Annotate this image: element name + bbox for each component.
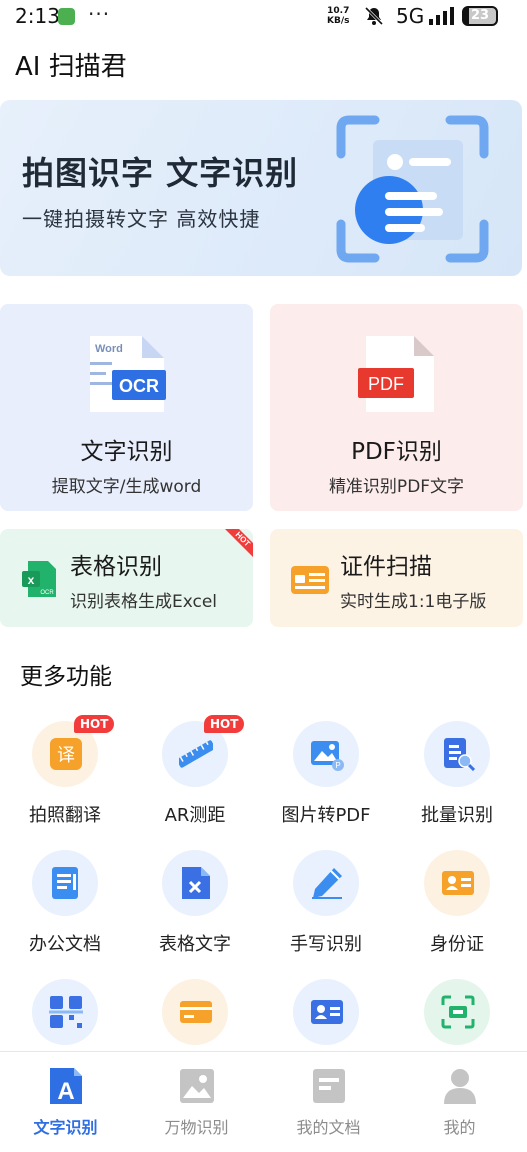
card-subtitle: 识别表格生成Excel xyxy=(70,592,218,612)
hot-badge: HOT xyxy=(204,715,245,733)
network-type: 5G xyxy=(396,4,425,28)
batch-scan-icon xyxy=(444,738,475,771)
promo-banner[interactable]: 拍图识字 文字识别 一键拍摄转文字 高效快捷 xyxy=(0,100,522,276)
card-title: PDF识别 xyxy=(351,439,442,465)
fn-label: 手写识别 xyxy=(290,934,362,955)
fn-batch-scan[interactable]: 批量识别 xyxy=(392,721,522,841)
app-title: AI 扫描君 xyxy=(15,52,127,82)
qr-code-icon xyxy=(49,996,83,1028)
network-speed-value: 10.7 xyxy=(327,6,350,16)
card-text-recognition[interactable]: Word OCR 文字识别 提取文字/生成word xyxy=(0,304,253,511)
tab-label: 万物识别 xyxy=(164,1118,229,1137)
fn-office-doc[interactable]: 办公文档 xyxy=(0,850,130,970)
excel-ocr-label: OCR xyxy=(40,590,54,596)
card-table-recognition[interactable]: x OCR 表格识别 识别表格生成Excel HOT xyxy=(0,529,253,627)
office-doc-icon xyxy=(52,867,78,899)
scan-document-illustration xyxy=(336,115,489,263)
ocr-document-icon: Word OCR xyxy=(90,336,166,412)
fn-photo-translate[interactable]: 译 HOT 拍照翻译 xyxy=(0,715,130,841)
card-pdf-recognition[interactable]: PDF PDF识别 精准识别PDF文字 xyxy=(270,304,523,511)
fn-label: 表格文字 xyxy=(159,934,231,955)
battery-level: 23 xyxy=(470,8,490,23)
fn-image-to-pdf[interactable]: P 图片转PDF xyxy=(261,721,391,841)
text-recognition-tab-glyph: A xyxy=(57,1078,74,1105)
scan-frame-icon xyxy=(441,995,475,1029)
fn-ar-distance[interactable]: HOT AR测距 xyxy=(130,715,260,841)
banner-title: 拍图识字 文字识别 xyxy=(22,154,299,192)
banner-subtitle: 一键拍摄转文字 高效快捷 xyxy=(22,207,261,231)
fn-handwriting[interactable]: 手写识别 xyxy=(261,850,391,970)
pdf-document-icon: PDF xyxy=(358,336,434,412)
card-title: 证件扫描 xyxy=(340,554,432,580)
fn-label: 批量识别 xyxy=(421,805,493,826)
tab-label: 我的 xyxy=(443,1118,476,1137)
tab-label: 文字识别 xyxy=(33,1118,98,1137)
hot-corner-badge: HOT xyxy=(225,529,253,557)
card-subtitle: 精准识别PDF文字 xyxy=(328,477,465,497)
bottom-tab-bar: A 文字识别 万物识别 我的文档 我的 xyxy=(0,1051,527,1152)
card-subtitle: 提取文字/生成word xyxy=(51,477,202,497)
fn-table-text[interactable]: 表格文字 xyxy=(130,850,260,970)
fn-label: 图片转PDF xyxy=(281,805,371,826)
tab-label: 我的文档 xyxy=(296,1118,361,1137)
signal-icon xyxy=(429,7,454,25)
status-time: 2:13 xyxy=(15,4,60,28)
card-title: 文字识别 xyxy=(80,439,173,465)
card-certificate-scan[interactable]: 证件扫描 实时生成1:1电子版 xyxy=(270,529,523,627)
network-speed-unit: KB/s xyxy=(327,16,350,26)
business-card-icon xyxy=(311,1000,343,1024)
image-pdf-icon: P xyxy=(311,741,344,771)
id-card-icon xyxy=(442,871,474,895)
more-notifications-icon: ··· xyxy=(88,2,111,26)
translate-icon: 译 xyxy=(50,738,82,770)
app-notification-icon xyxy=(58,8,75,25)
ocr-word-label: Word xyxy=(95,343,123,355)
more-features-title: 更多功能 xyxy=(20,664,112,690)
text-recognition-tab-icon: A xyxy=(50,1068,82,1105)
hot-badge: HOT xyxy=(74,715,115,733)
fn-label: 办公文档 xyxy=(29,934,101,955)
table-doc-icon xyxy=(182,867,210,899)
tab-my-documents[interactable]: 我的文档 xyxy=(263,1052,394,1152)
fn-label: 身份证 xyxy=(430,934,484,955)
translate-glyph: 译 xyxy=(57,745,75,766)
fn-label: AR测距 xyxy=(164,805,226,826)
pen-icon xyxy=(312,868,342,899)
battery-icon: 23 xyxy=(462,6,498,26)
status-bar: 2:13 ··· 10.7 KB/s 5G 23 xyxy=(0,0,527,34)
svg-text:x: x xyxy=(28,573,35,587)
svg-text:P: P xyxy=(335,761,340,770)
fn-id-card[interactable]: 身份证 xyxy=(392,850,522,970)
ruler-icon xyxy=(179,740,213,768)
card-subtitle: 实时生成1:1电子版 xyxy=(340,592,487,612)
card-title: 表格识别 xyxy=(70,554,162,580)
pdf-icon-label: PDF xyxy=(368,374,404,394)
document-tab-icon xyxy=(313,1069,345,1103)
tab-text-recognition[interactable]: A 文字识别 xyxy=(0,1052,131,1152)
network-speed: 10.7 KB/s xyxy=(327,6,349,26)
excel-icon: x OCR xyxy=(22,561,56,597)
bank-card-icon xyxy=(180,1001,212,1023)
tab-object-recognition[interactable]: 万物识别 xyxy=(131,1052,262,1152)
tab-profile[interactable]: 我的 xyxy=(394,1052,525,1152)
mute-icon xyxy=(364,6,384,26)
image-tab-icon xyxy=(180,1069,214,1103)
user-tab-icon xyxy=(444,1069,476,1104)
fn-label: 拍照翻译 xyxy=(29,805,101,826)
certificate-icon xyxy=(291,566,329,594)
ocr-icon-label: OCR xyxy=(119,376,159,396)
